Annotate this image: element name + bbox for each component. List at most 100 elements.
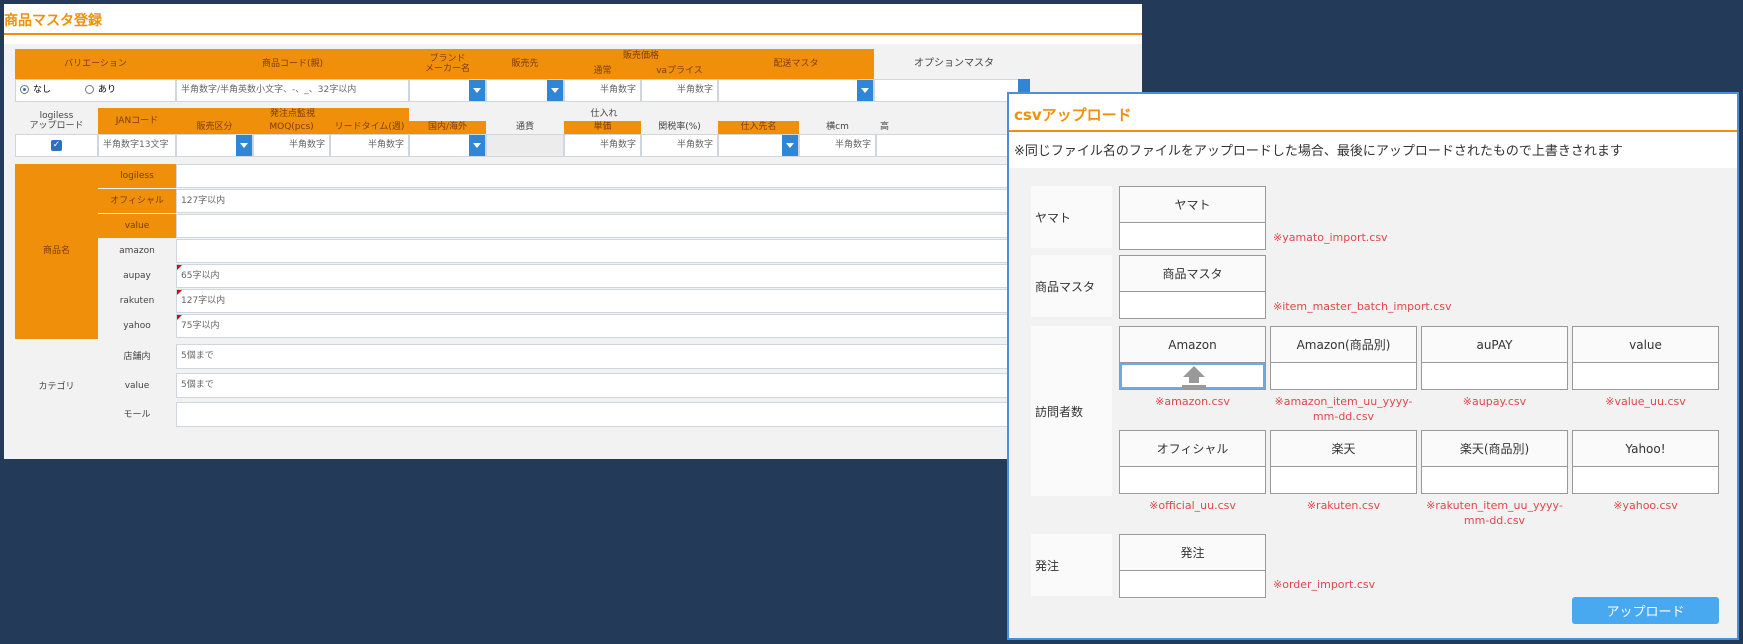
row-label-item-master: 商品マスタ [1031, 255, 1112, 317]
shipping-master-select[interactable] [718, 79, 874, 102]
header-purchase: 仕入れ [409, 108, 799, 121]
drop-zone[interactable] [1120, 363, 1265, 389]
dropdown-arrow-icon [469, 135, 485, 156]
header-supplier: 仕入先名 [718, 121, 799, 134]
visitors-upload-box[interactable]: Amazon [1119, 326, 1266, 390]
visitors-upload-box[interactable]: 楽天 [1270, 430, 1417, 494]
supplier-select[interactable] [718, 134, 799, 157]
product-name-input[interactable] [176, 214, 1030, 238]
product-name-input[interactable]: 127字以内 [176, 289, 1030, 313]
category-input[interactable]: 5個まで [176, 373, 1030, 398]
drop-zone[interactable] [1120, 292, 1265, 318]
lead-time-input[interactable]: 半角数字 [330, 134, 409, 157]
visitors-upload-box[interactable]: Amazon(商品別) [1270, 326, 1417, 390]
header-moq: MOQ(pcs) [253, 121, 330, 134]
unit-cost-input[interactable]: 半角数字 [564, 134, 641, 157]
category-input[interactable]: 5個まで [176, 344, 1030, 369]
visitors-filename: ※aupay.csv [1421, 394, 1568, 409]
visitors-upload-box[interactable]: Yahoo! [1572, 430, 1719, 494]
drop-zone[interactable] [1120, 571, 1265, 597]
header-jan: JANコード [98, 108, 176, 134]
header-size [799, 108, 1030, 121]
product-name-input[interactable]: 75字以内 [176, 314, 1030, 338]
currency-field [486, 134, 564, 157]
visitors-filename: ※amazon_item_uu_yyyy-mm-dd.csv [1270, 394, 1417, 425]
visitors-upload-box[interactable]: オフィシャル [1119, 430, 1266, 494]
drop-zone[interactable] [1120, 467, 1265, 493]
domestic-overseas-select[interactable] [409, 134, 486, 157]
drop-zone[interactable] [1573, 363, 1718, 389]
moq-input[interactable]: 半角数字 [253, 134, 330, 157]
category-input[interactable] [176, 402, 1030, 427]
header-sales-price: 販売価格 [564, 49, 718, 64]
header-domestic-overseas: 国内/海外 [409, 121, 486, 134]
category-row-label: モール [98, 402, 176, 429]
width-cm-input[interactable]: 半角数字 [799, 134, 876, 157]
dropdown-arrow-icon [857, 80, 873, 101]
product-name-row-label: オフィシャル [98, 189, 176, 213]
upload-button[interactable]: アップロード [1572, 597, 1719, 624]
filename-line: mm-dd.csv [1463, 514, 1526, 528]
visitors-upload-box[interactable]: value [1572, 326, 1719, 390]
sales-class-select[interactable] [176, 134, 253, 157]
header-logiless-upload: logiless アップロード [15, 108, 98, 134]
product-name-input[interactable] [176, 239, 1030, 263]
upload-box-label: オフィシャル [1120, 431, 1265, 467]
dialog-title: csvアップロード [1014, 106, 1132, 124]
header-brand-maker: ブランド メーカー名 [409, 49, 486, 79]
order-upload-box[interactable]: 発注 [1119, 534, 1266, 598]
filename-line: ※yahoo.csv [1613, 499, 1678, 512]
csv-upload-dialog: csvアップロード ※同じファイル名のファイルをアップロードした場合、最後にアッ… [1007, 92, 1739, 640]
upload-box-label: Amazon [1120, 327, 1265, 363]
variation-none-radio[interactable]: なし [20, 85, 51, 95]
filename-line: ※amazon_item_uu_yyyy- [1274, 395, 1413, 408]
visitors-upload-box[interactable]: 楽天(商品別) [1421, 430, 1568, 494]
seller-select[interactable] [486, 79, 564, 102]
logiless-upload-checkbox[interactable]: ✓ [15, 134, 98, 157]
category-row-label: 店舗内 [98, 344, 176, 371]
product-name-input[interactable]: 65字以内 [176, 264, 1030, 288]
drop-zone[interactable] [1573, 467, 1718, 493]
row-label-visitors: 訪問者数 [1031, 326, 1112, 496]
filename-line: ※aupay.csv [1462, 395, 1527, 408]
brand-maker-select[interactable] [409, 79, 486, 102]
upload-icon [1181, 365, 1207, 393]
radio-icon [85, 85, 95, 95]
drop-zone[interactable] [1271, 363, 1416, 389]
checkbox-checked-icon: ✓ [51, 140, 62, 151]
drop-zone[interactable] [1422, 467, 1567, 493]
filename-line: ※rakuten_item_uu_yyyy- [1426, 499, 1563, 512]
category-label: カテゴリ [15, 344, 98, 431]
visitors-upload-box[interactable]: auPAY [1421, 326, 1568, 390]
drop-zone[interactable] [1422, 363, 1567, 389]
variation-exists-radio[interactable]: あり [85, 85, 116, 95]
va-price-input[interactable]: 半角数字 [641, 79, 718, 102]
header-option-master: オプションマスタ [874, 49, 1034, 79]
price-normal-input[interactable]: 半角数字 [564, 79, 641, 102]
product-name-input[interactable] [176, 164, 1030, 188]
header-unit-cost: 単価 [564, 121, 641, 134]
jan-code-input[interactable]: 半角数字13文字 [98, 134, 176, 157]
variation-radio-group: なし あり [15, 79, 176, 102]
drop-zone[interactable] [1120, 223, 1265, 249]
drop-zone[interactable] [1271, 467, 1416, 493]
upload-box-label: 商品マスタ [1120, 256, 1265, 292]
header-upload-label: アップロード [29, 121, 84, 131]
title-underline [1009, 130, 1737, 132]
header-product-code: 商品コード(親) [176, 49, 409, 79]
row-label-yamato: ヤマト [1031, 186, 1112, 248]
upload-box-label: Yahoo! [1573, 431, 1718, 467]
tariff-input[interactable]: 半角数字 [641, 134, 718, 157]
product-name-input[interactable]: 127字以内 [176, 189, 1030, 213]
upload-box-label: Amazon(商品別) [1271, 327, 1416, 363]
item-master-upload-box[interactable]: 商品マスタ [1119, 255, 1266, 319]
header-va-price: vaプライス [641, 64, 718, 79]
filename-line: ※amazon.csv [1155, 395, 1230, 408]
header-seller: 販売先 [486, 49, 564, 79]
product-code-input[interactable]: 半角数字/半角英数小文字、-、_、32字以内 [176, 79, 409, 102]
yamato-upload-box[interactable]: ヤマト [1119, 186, 1266, 250]
product-name-row-label: aupay [98, 264, 176, 288]
visitors-filename: ※official_uu.csv [1119, 498, 1266, 513]
upload-box-label: 楽天 [1271, 431, 1416, 467]
option-master-select[interactable] [874, 79, 1024, 102]
